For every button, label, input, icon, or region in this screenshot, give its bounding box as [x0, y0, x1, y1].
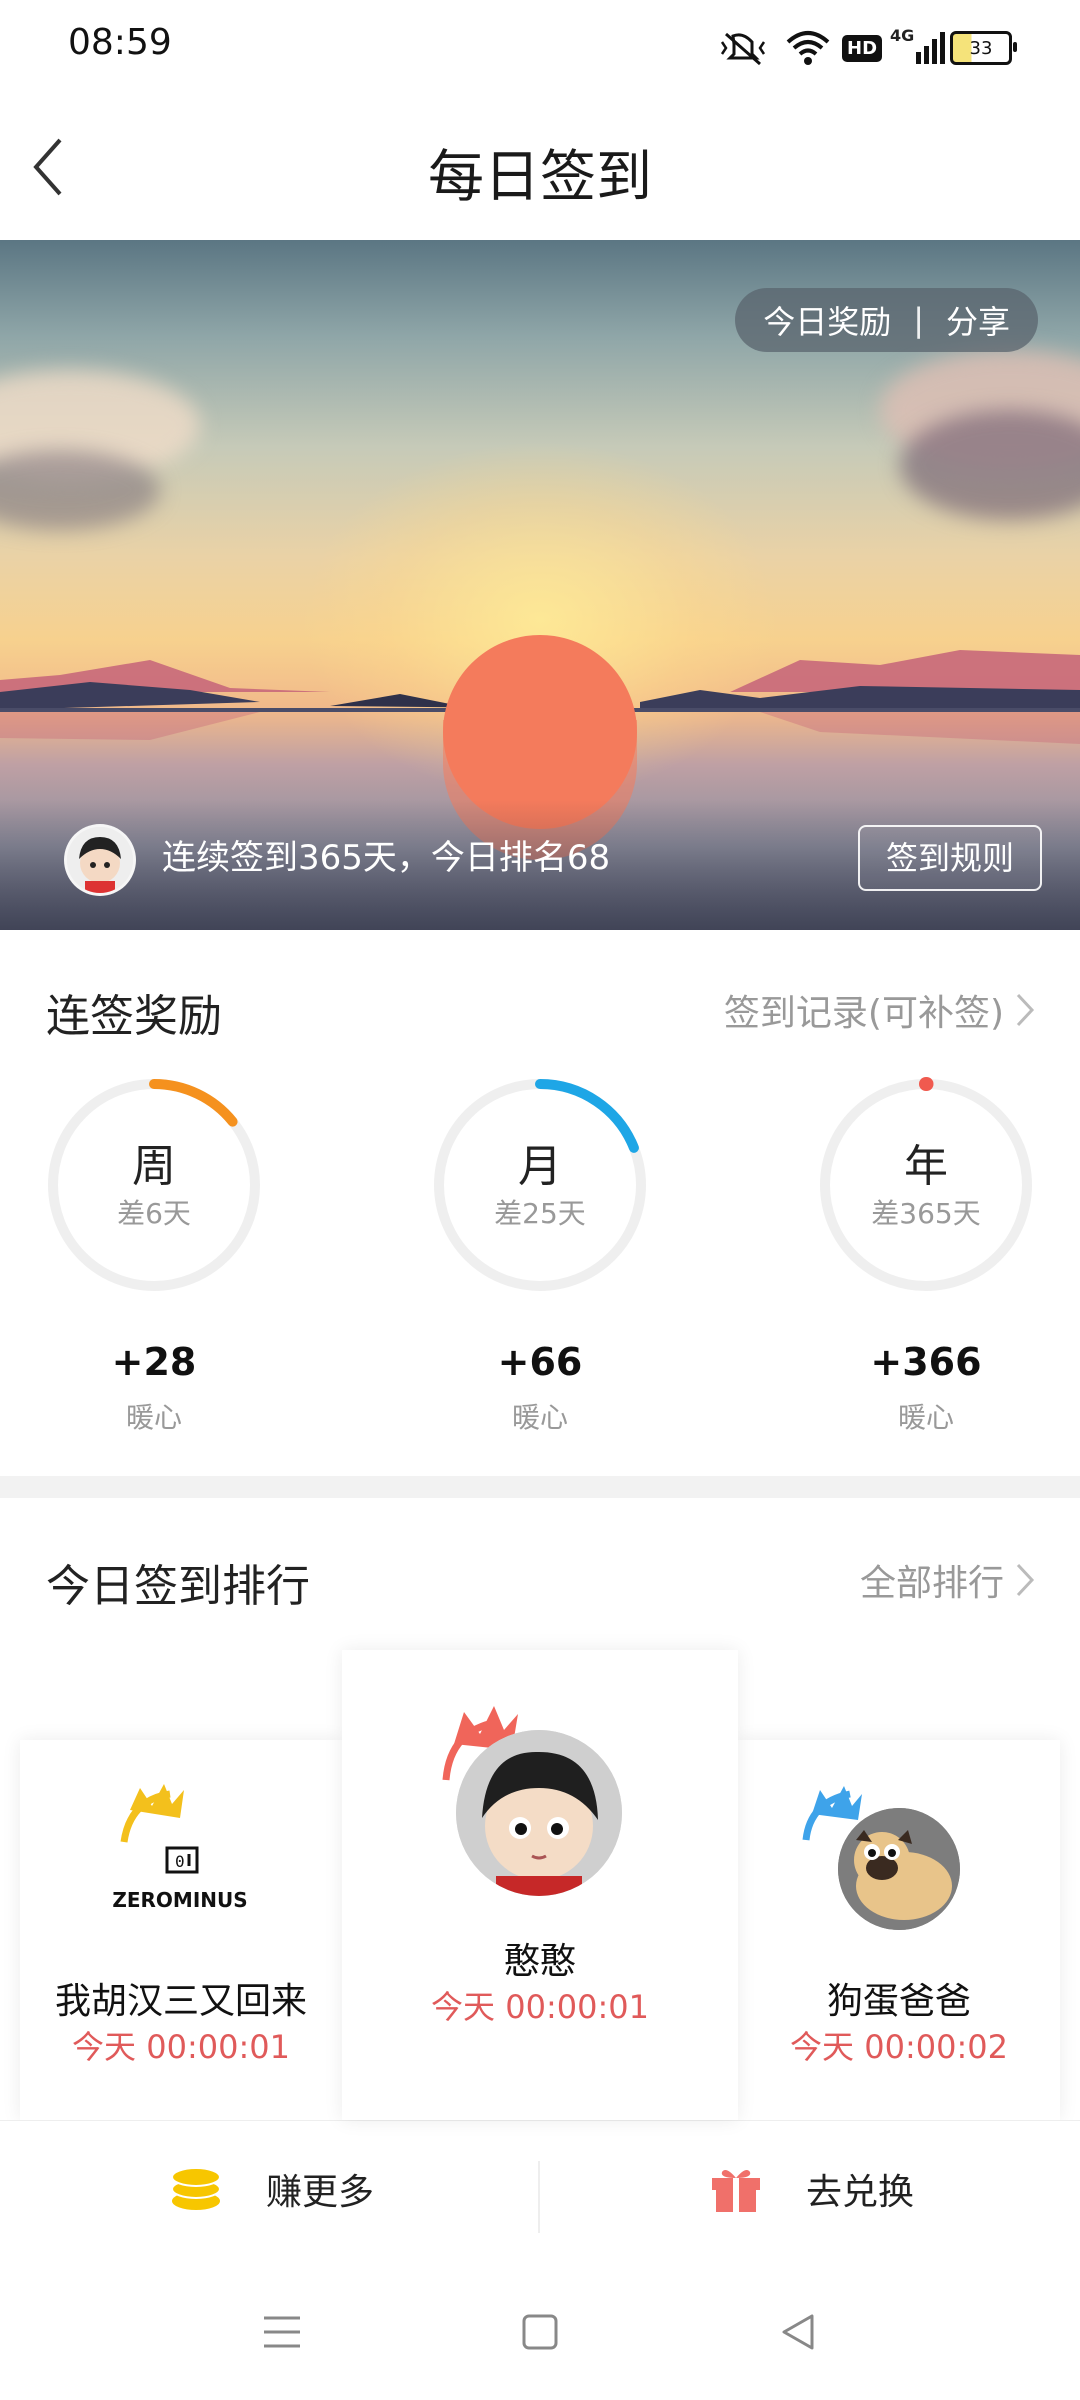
- avatar: [456, 1730, 622, 1896]
- all-ranking-link[interactable]: 全部排行: [860, 1554, 1036, 1606]
- checkin-rules-button[interactable]: 签到规则: [858, 825, 1042, 891]
- hero-banner: 今日奖励 | 分享 连续签到365天，今日排名68 签到规则: [0, 240, 1080, 930]
- ranking-section-title: 今日签到排行: [46, 1561, 310, 1612]
- today-reward-link[interactable]: 今日奖励: [763, 297, 891, 343]
- chevron-right-icon: [1016, 993, 1035, 1027]
- avatar: 0 ZEROMINUS: [95, 1818, 265, 1928]
- week-label: 周: [132, 1141, 176, 1192]
- status-bar: 08:59 HD 4G 33: [0, 0, 1080, 96]
- year-remaining: 差365天: [871, 1197, 981, 1230]
- rank-card-2[interactable]: 0 ZEROMINUS 我胡汉三又回来 今天 00:00:01: [20, 1740, 342, 2120]
- svg-text:0: 0: [175, 1852, 185, 1871]
- action-divider: [538, 2161, 540, 2233]
- year-reward-value: +366: [870, 1340, 982, 1384]
- rank-card-3[interactable]: 狗蛋爸爸 今天 00:00:02: [738, 1740, 1060, 2120]
- rank-3-time: 今天 00:00:02: [790, 2028, 1008, 2066]
- mute-icon: [718, 28, 768, 68]
- rank-card-1[interactable]: 憨憨 今天 00:00:01: [342, 1650, 738, 2120]
- month-reward-value: +66: [497, 1340, 583, 1384]
- status-time: 08:59: [68, 22, 172, 63]
- home-icon[interactable]: [520, 2312, 560, 2352]
- bottom-action-bar: 赚更多 去兑换: [0, 2120, 1080, 2271]
- month-remaining: 差25天: [494, 1197, 586, 1230]
- chevron-right-icon: [1016, 1563, 1035, 1597]
- header: 每日签到: [0, 96, 1080, 240]
- year-reward-unit: 暖心: [897, 1401, 954, 1434]
- week-reward-value: +28: [111, 1340, 197, 1384]
- rank-1-time: 今天 00:00:01: [431, 1988, 649, 2026]
- hd-icon: HD: [842, 28, 883, 68]
- streak-section-title: 连签奖励: [46, 991, 222, 1042]
- page-title: 每日签到: [428, 145, 652, 210]
- year-label: 年: [904, 1141, 948, 1192]
- signal-icon: 4G: [890, 26, 946, 68]
- streak-summary: 连续签到365天，今日排名68: [162, 838, 611, 878]
- earn-more-label: 赚更多: [266, 2172, 375, 2213]
- section-divider: [0, 1476, 1080, 1498]
- avatar: [838, 1808, 960, 1930]
- wifi-icon: [786, 28, 830, 68]
- rank-1-username: 憨憨: [503, 1941, 576, 1982]
- all-ranking-label: 全部排行: [859, 1563, 1004, 1604]
- checkin-record-link[interactable]: 签到记录(可补签): [724, 984, 1036, 1036]
- menu-icon[interactable]: [262, 2312, 302, 2352]
- share-link[interactable]: 分享: [946, 297, 1010, 343]
- earn-more-button[interactable]: 赚更多: [170, 2163, 374, 2215]
- user-avatar[interactable]: [64, 824, 136, 896]
- week-remaining: 差6天: [117, 1197, 191, 1230]
- month-label: 月: [518, 1141, 562, 1192]
- coins-icon: [171, 2167, 221, 2210]
- battery-icon: 33: [950, 28, 1017, 68]
- checkin-record-label: 签到记录(可补签): [723, 993, 1004, 1034]
- rank-2-time: 今天 00:00:01: [72, 2028, 290, 2066]
- pill-separator: |: [913, 301, 924, 339]
- exchange-label: 去兑换: [806, 2172, 915, 2213]
- reward-share-pill: 今日奖励 | 分享: [735, 288, 1038, 352]
- rank-2-username: 我胡汉三又回来: [54, 1981, 307, 2022]
- rank-3-username: 狗蛋爸爸: [826, 1981, 971, 2022]
- month-reward-unit: 暖心: [511, 1401, 568, 1434]
- week-reward-unit: 暖心: [125, 1401, 182, 1434]
- system-nav-bar: [0, 2270, 1080, 2400]
- exchange-button[interactable]: 去兑换: [710, 2163, 914, 2215]
- back-triangle-icon[interactable]: [778, 2312, 818, 2352]
- gift-icon: [712, 2170, 760, 2212]
